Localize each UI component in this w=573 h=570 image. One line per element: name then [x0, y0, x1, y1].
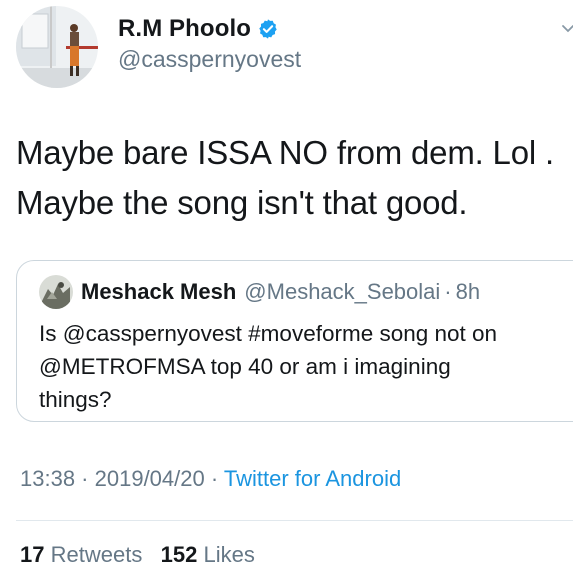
tweet-text: Maybe bare ISSA NO from dem. Lol . Maybe…	[16, 128, 561, 228]
separator-dot: ·	[444, 279, 452, 304]
quoted-author-handle: @Meshack_Sebolai	[244, 279, 441, 304]
quoted-tweet-card[interactable]: Meshack Mesh @Meshack_Sebolai · 8h Is @c…	[16, 260, 573, 422]
quoted-tweet-text: Is @casspernyovest #moveforme song not o…	[39, 317, 573, 416]
author-name[interactable]: R.M Phoolo	[118, 15, 251, 43]
divider	[16, 520, 573, 521]
retweets-count: 17	[20, 542, 45, 567]
retweets-stat[interactable]: 17 Retweets	[20, 542, 142, 567]
tweet-source-link[interactable]: Twitter for Android	[224, 466, 401, 491]
tweet-text-line: Maybe bare ISSA NO from dem. Lol .	[16, 134, 554, 171]
chevron-down-icon[interactable]	[561, 22, 573, 36]
tweet-meta: 13:38 · 2019/04/20 · Twitter for Android	[20, 466, 401, 492]
tweet-time[interactable]: 13:38	[20, 466, 75, 491]
author-avatar[interactable]	[16, 6, 98, 88]
likes-count: 152	[160, 542, 198, 567]
quoted-tweet-text-line: Is @casspernyovest #moveforme song not o…	[39, 321, 498, 346]
retweets-label: Retweets	[50, 542, 143, 567]
quoted-tweet-text-line: @METROFMSA top 40 or am i imagining	[39, 354, 451, 379]
quoted-author-avatar	[39, 275, 73, 309]
likes-label: Likes	[203, 542, 255, 567]
quoted-author-name: Meshack Mesh	[81, 279, 237, 304]
quoted-tweet-text-line: things?	[39, 387, 112, 412]
separator-dot: ·	[204, 466, 224, 491]
separator-dot: ·	[75, 466, 95, 491]
quoted-tweet-header: Meshack Mesh @Meshack_Sebolai · 8h	[39, 275, 480, 309]
author-name-row[interactable]: R.M Phoolo	[118, 14, 279, 44]
verified-badge-icon	[257, 18, 279, 40]
avatar-image	[16, 6, 98, 88]
tweet-date[interactable]: 2019/04/20	[95, 466, 205, 491]
quoted-tweet-time: 8h	[455, 279, 481, 304]
likes-stat[interactable]: 152 Likes	[161, 542, 255, 567]
tweet: R.M Phoolo @casspernyovest Maybe bare IS…	[0, 0, 573, 570]
tweet-stats: 17 Retweets 152 Likes	[20, 542, 255, 568]
author-handle[interactable]: @casspernyovest	[118, 46, 301, 73]
tweet-text-line: Maybe the song isn't that good.	[16, 184, 468, 221]
